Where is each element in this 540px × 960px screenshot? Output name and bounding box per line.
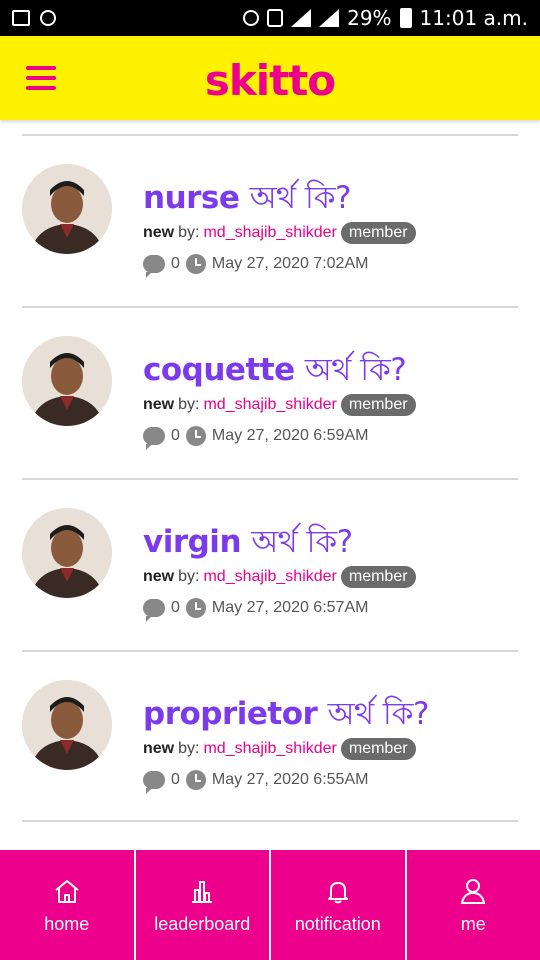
post-word: virgin: [143, 524, 242, 560]
gallery-icon: [12, 10, 30, 26]
user-icon: [461, 878, 486, 904]
signal-icon-2: [319, 9, 340, 27]
post-suffix: অর্থ কি?: [304, 352, 407, 388]
signal-icon: [291, 9, 312, 27]
list-item[interactable]: virgin অর্থ কি? new by: md_shajib_shikde…: [22, 478, 518, 650]
post-feed: nurse অর্থ কি? new by: md_shajib_shikder…: [22, 120, 518, 822]
battery-icon: [399, 8, 412, 28]
post-meta: new by: md_shajib_shikder member: [143, 394, 416, 416]
list-item[interactable]: proprietor অর্থ কি? new by: md_shajib_sh…: [22, 650, 518, 822]
comment-count: 0: [171, 427, 180, 444]
avatar[interactable]: [22, 508, 112, 598]
role-badge: member: [340, 566, 416, 588]
post-title[interactable]: proprietor অর্থ কি?: [143, 690, 429, 742]
clock-icon: [185, 770, 206, 790]
by-label: by:: [178, 568, 200, 585]
status-label: new: [143, 568, 175, 585]
comment-count: 0: [171, 255, 180, 272]
post-meta: new by: md_shajib_shikder member: [143, 738, 416, 760]
post-stats: 0 May 27, 2020 6:55AM: [143, 770, 369, 794]
list-item[interactable]: coquette অর্থ কি? new by: md_shajib_shik…: [22, 306, 518, 478]
by-label: by:: [178, 224, 200, 241]
post-date: May 27, 2020 6:57AM: [211, 599, 369, 616]
comment-count: 0: [171, 599, 180, 616]
bell-icon: [327, 881, 348, 903]
comment-icon: [143, 255, 165, 278]
comment-icon: [143, 599, 165, 622]
clock-icon: [185, 426, 206, 446]
post-suffix: অর্থ কি?: [249, 180, 352, 216]
status-label: new: [143, 224, 175, 241]
avatar[interactable]: [22, 164, 112, 254]
app-logo: skitto: [204, 56, 336, 105]
alarm-icon: [243, 10, 260, 26]
post-title[interactable]: nurse অর্থ কি?: [143, 174, 352, 226]
post-meta: new by: md_shajib_shikder member: [143, 566, 416, 588]
tab-me[interactable]: me: [406, 850, 540, 960]
post-word: coquette: [143, 352, 295, 388]
status-label: new: [143, 740, 175, 757]
tab-me-label: me: [460, 913, 486, 934]
role-badge: member: [340, 222, 416, 244]
comment-icon: [143, 771, 165, 794]
post-date: May 27, 2020 6:55AM: [211, 771, 369, 788]
role-badge: member: [340, 738, 416, 760]
tab-notification[interactable]: notification: [271, 850, 405, 960]
username-link[interactable]: md_shajib_shikder: [203, 224, 336, 242]
clock-icon: [185, 598, 206, 618]
username-link[interactable]: md_shajib_shikder: [203, 568, 336, 586]
post-date: May 27, 2020 7:02AM: [211, 255, 369, 272]
shield-icon: [40, 10, 56, 26]
leaderboard-icon: [192, 880, 213, 903]
tab-home[interactable]: home: [0, 850, 134, 960]
post-date: May 27, 2020 6:59AM: [211, 427, 369, 444]
home-icon: [55, 879, 79, 903]
status-label: new: [143, 396, 175, 413]
tab-leaderboard[interactable]: leaderboard: [135, 850, 269, 960]
comment-icon: [143, 427, 165, 450]
post-suffix: অর্থ কি?: [327, 696, 430, 732]
avatar[interactable]: [22, 680, 112, 770]
avatar[interactable]: [22, 336, 112, 426]
tab-notification-label: notification: [294, 913, 381, 934]
battery-percent: 29%: [347, 6, 392, 30]
clock-icon: [185, 254, 206, 274]
post-word: nurse: [143, 180, 240, 216]
tab-home-label: home: [44, 913, 90, 934]
by-label: by:: [178, 740, 200, 757]
username-link[interactable]: md_shajib_shikder: [203, 396, 336, 414]
status-bar: 29% 11:01 a.m.: [0, 0, 540, 36]
post-word: proprietor: [143, 696, 318, 732]
post-stats: 0 May 27, 2020 7:02AM: [143, 254, 369, 278]
post-stats: 0 May 27, 2020 6:59AM: [143, 426, 369, 450]
sim-icon: [267, 9, 284, 27]
post-title[interactable]: virgin অর্থ কি?: [143, 518, 353, 570]
list-item[interactable]: nurse অর্থ কি? new by: md_shajib_shikder…: [22, 134, 518, 306]
role-badge: member: [340, 394, 416, 416]
tab-leaderboard-label: leaderboard: [154, 913, 251, 934]
post-suffix: অর্থ কি?: [251, 524, 353, 560]
post-title[interactable]: coquette অর্থ কি?: [143, 346, 407, 398]
username-link[interactable]: md_shajib_shikder: [203, 740, 336, 758]
clock-time: 11:01 a.m.: [419, 6, 528, 30]
by-label: by:: [178, 396, 200, 413]
post-stats: 0 May 27, 2020 6:57AM: [143, 598, 369, 622]
bottom-nav: home leaderboard notification me: [0, 850, 540, 960]
comment-count: 0: [171, 771, 180, 788]
post-meta: new by: md_shajib_shikder member: [143, 222, 416, 244]
app-header: skitto: [0, 36, 540, 120]
